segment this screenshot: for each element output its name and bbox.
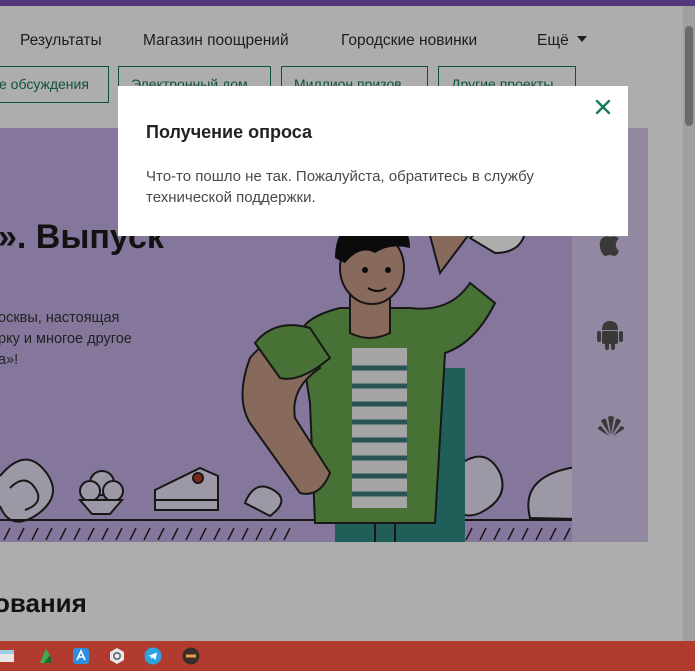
telegram-icon[interactable] bbox=[144, 647, 162, 665]
media-app-icon[interactable] bbox=[182, 647, 200, 665]
close-icon[interactable] bbox=[592, 96, 614, 118]
app-store-icon[interactable] bbox=[72, 647, 90, 665]
dialog-message: Что-то пошло не так. Пожалуйста, обратит… bbox=[146, 168, 534, 206]
hexagon-app-icon[interactable] bbox=[108, 647, 126, 665]
file-explorer-icon[interactable] bbox=[0, 647, 18, 665]
survey-error-dialog: Получение опроса Что-то пошло не так. По… bbox=[118, 86, 628, 236]
green-app-icon[interactable] bbox=[36, 647, 54, 665]
dialog-title: Получение опроса bbox=[146, 122, 312, 142]
os-taskbar bbox=[0, 641, 695, 671]
